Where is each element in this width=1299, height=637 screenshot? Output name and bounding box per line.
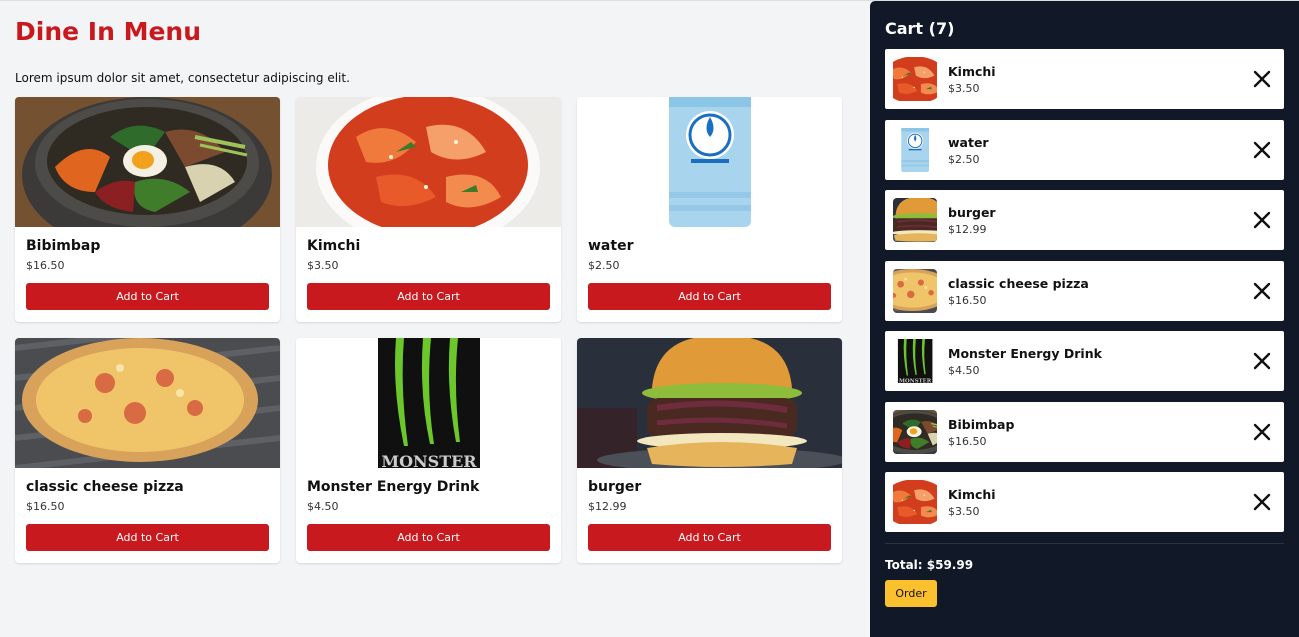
menu-item-price: $4.50 [307, 500, 339, 513]
kimchi-thumbnail [893, 480, 937, 524]
menu-item-price: $12.99 [588, 500, 627, 513]
monster-thumbnail [893, 339, 937, 383]
close-icon[interactable] [1252, 140, 1272, 160]
cart-item-price: $3.50 [948, 505, 980, 518]
add-to-cart-button[interactable]: Add to Cart [26, 524, 269, 551]
cart-item-price: $12.99 [948, 223, 987, 236]
cart-item: Bibimbap $16.50 [885, 401, 1284, 462]
menu-item-name: Kimchi [307, 238, 361, 254]
cart-list: Kimchi $3.50 water $2.50 burger $12.99 c… [885, 49, 1284, 532]
cart-item-name: Kimchi [948, 487, 996, 502]
cart-item: burger $12.99 [885, 190, 1284, 250]
close-icon[interactable] [1252, 351, 1272, 371]
kimchi-image [296, 97, 561, 227]
cart-item-name: water [948, 134, 989, 150]
cart-title: Cart (7) [885, 19, 955, 38]
order-button[interactable]: Order [885, 579, 937, 607]
cart-item: Kimchi $3.50 [885, 49, 1284, 109]
menu-card-water: water $2.50 Add to Cart [577, 97, 842, 322]
cart-item-name: Monster Energy Drink [948, 346, 1102, 361]
cart-item: water $2.50 [885, 119, 1284, 180]
cart-item-price: $3.50 [948, 82, 980, 95]
menu-card-kimchi: Kimchi $3.50 Add to Cart [296, 97, 561, 322]
cart-item-price: $2.50 [948, 152, 980, 166]
water-image [577, 97, 842, 227]
cart-item: Kimchi $3.50 [885, 472, 1284, 532]
monster-image [296, 338, 561, 468]
add-to-cart-button[interactable]: Add to Cart [26, 283, 269, 310]
close-icon[interactable] [1252, 422, 1272, 442]
menu-item-price: $3.50 [307, 259, 339, 272]
menu-item-name: classic cheese pizza [26, 479, 184, 495]
burger-thumbnail [893, 198, 937, 242]
water-thumbnail [893, 127, 937, 172]
cart-item-name: burger [948, 205, 996, 220]
menu-item-name: Monster Energy Drink [307, 479, 480, 495]
menu-item-price: $16.50 [26, 500, 65, 513]
cart-divider [885, 542, 1284, 544]
menu-card-burger: burger $12.99 Add to Cart [577, 338, 842, 563]
add-to-cart-button[interactable]: Add to Cart [588, 283, 831, 310]
page-subtitle: Lorem ipsum dolor sit amet, consectetur … [15, 71, 350, 85]
pizza-image [15, 338, 280, 468]
pizza-thumbnail [893, 268, 937, 313]
menu-card-pizza: classic cheese pizza $16.50 Add to Cart [15, 338, 280, 563]
burger-image [577, 338, 842, 468]
close-icon[interactable] [1252, 210, 1272, 230]
cart-item: classic cheese pizza $16.50 [885, 260, 1284, 321]
cart-item-name: Kimchi [948, 64, 996, 79]
add-to-cart-button[interactable]: Add to Cart [588, 524, 831, 551]
menu-card-monster: Monster Energy Drink $4.50 Add to Cart [296, 338, 561, 563]
add-to-cart-button[interactable]: Add to Cart [307, 524, 550, 551]
cart-item-price: $16.50 [948, 434, 987, 448]
menu-item-name: water [588, 238, 634, 254]
cart-item-price: $4.50 [948, 364, 980, 377]
cart-item-name: classic cheese pizza [948, 275, 1089, 291]
menu-item-price: $2.50 [588, 259, 620, 272]
menu-card-bibimbap: Bibimbap $16.50 Add to Cart [15, 97, 280, 322]
page-title: Dine In Menu [15, 17, 202, 46]
close-icon[interactable] [1252, 281, 1272, 301]
add-to-cart-button[interactable]: Add to Cart [307, 283, 550, 310]
cart-item-price: $16.50 [948, 293, 987, 307]
menu-grid: Bibimbap $16.50 Add to Cart Kimchi $3.50… [15, 97, 855, 563]
bibimbap-thumbnail [893, 409, 937, 454]
cart-panel: Cart (7) Kimchi $3.50 water $2.50 burger… [870, 1, 1299, 637]
menu-item-name: Bibimbap [26, 238, 101, 254]
menu-section: Dine In Menu Lorem ipsum dolor sit amet,… [0, 1, 870, 637]
menu-item-name: burger [588, 479, 642, 495]
kimchi-thumbnail [893, 57, 937, 101]
cart-total: Total: $59.99 [885, 557, 974, 572]
close-icon[interactable] [1252, 492, 1272, 512]
cart-item: Monster Energy Drink $4.50 [885, 331, 1284, 391]
bibimbap-image [15, 97, 280, 227]
close-icon[interactable] [1252, 69, 1272, 89]
cart-item-name: Bibimbap [948, 416, 1015, 432]
menu-item-price: $16.50 [26, 259, 65, 272]
